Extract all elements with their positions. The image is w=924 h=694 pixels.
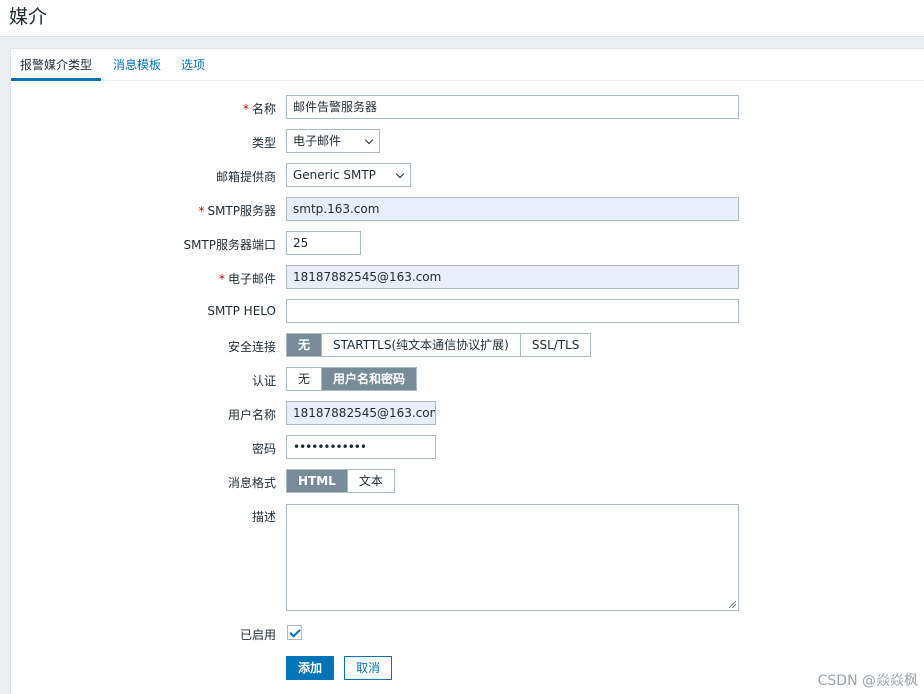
tab-media-type[interactable]: 报警媒介类型: [11, 56, 102, 81]
form-panel: 报警媒介类型 消息模板 选项 * 名称 邮件告警服务器 类型 电子邮件 邮箱提供商…: [10, 48, 924, 694]
smtp-helo-input[interactable]: [286, 299, 739, 323]
required-marker: *: [218, 272, 225, 286]
tab-bar: 报警媒介类型 消息模板 选项: [11, 49, 924, 81]
security-option-starttls[interactable]: STARTTLS(纯文本通信协议扩展): [321, 334, 520, 356]
name-label: * 名称: [242, 102, 276, 116]
security-label: 安全连接: [227, 340, 276, 354]
smtp-helo-label: SMTP HELO: [207, 304, 276, 318]
username-input[interactable]: 18187882545@163.com: [286, 401, 436, 425]
cancel-button[interactable]: 取消: [344, 656, 392, 680]
required-marker: *: [198, 204, 205, 218]
tab-message-templates[interactable]: 消息模板: [113, 56, 161, 81]
smtp-port-input[interactable]: 25: [286, 231, 361, 255]
message-format-toggle: HTML 文本: [286, 469, 395, 493]
auth-option-none[interactable]: 无: [287, 368, 321, 390]
type-label: 类型: [251, 136, 276, 150]
smtp-server-label: * SMTP服务器: [198, 204, 276, 218]
name-input[interactable]: 邮件告警服务器: [286, 95, 739, 119]
enabled-label: 已启用: [239, 628, 276, 642]
username-label: 用户名称: [227, 408, 276, 422]
smtp-port-label: SMTP服务器端口: [183, 238, 276, 252]
email-input[interactable]: 18187882545@163.com: [286, 265, 739, 289]
email-label: * 电子邮件: [218, 272, 276, 286]
description-textarea[interactable]: [286, 504, 739, 611]
password-input[interactable]: ••••••••••••: [286, 435, 436, 459]
header-bar: [0, 0, 924, 37]
auth-option-username-password[interactable]: 用户名和密码: [321, 368, 417, 390]
security-option-none[interactable]: 无: [287, 334, 322, 356]
type-select-value: 电子邮件: [293, 134, 342, 148]
auth-label: 认证: [251, 374, 276, 388]
watermark: CSDN @焱焱枫: [817, 673, 918, 689]
password-label: 密码: [251, 442, 276, 456]
page-title: 媒介: [9, 6, 48, 28]
security-option-ssl-tls[interactable]: SSL/TLS: [519, 334, 591, 356]
description-label: 描述: [251, 510, 276, 524]
provider-label: 邮箱提供商: [215, 170, 276, 184]
provider-select-value: Generic SMTP: [293, 168, 376, 182]
message-format-option-text[interactable]: 文本: [346, 470, 394, 492]
auth-toggle: 无 用户名和密码: [286, 367, 418, 391]
message-format-label: 消息格式: [227, 476, 276, 490]
message-format-option-html[interactable]: HTML: [287, 470, 347, 492]
smtp-server-input[interactable]: smtp.163.com: [286, 197, 739, 221]
enabled-checkbox[interactable]: [287, 625, 302, 640]
required-marker: *: [242, 102, 249, 116]
tab-options[interactable]: 选项: [181, 56, 205, 81]
provider-select[interactable]: Generic SMTP: [286, 163, 411, 187]
add-button[interactable]: 添加: [286, 656, 334, 680]
type-select[interactable]: 电子邮件: [286, 129, 380, 153]
security-toggle: 无 STARTTLS(纯文本通信协议扩展) SSL/TLS: [286, 333, 592, 357]
resize-handle-icon[interactable]: [729, 601, 736, 608]
